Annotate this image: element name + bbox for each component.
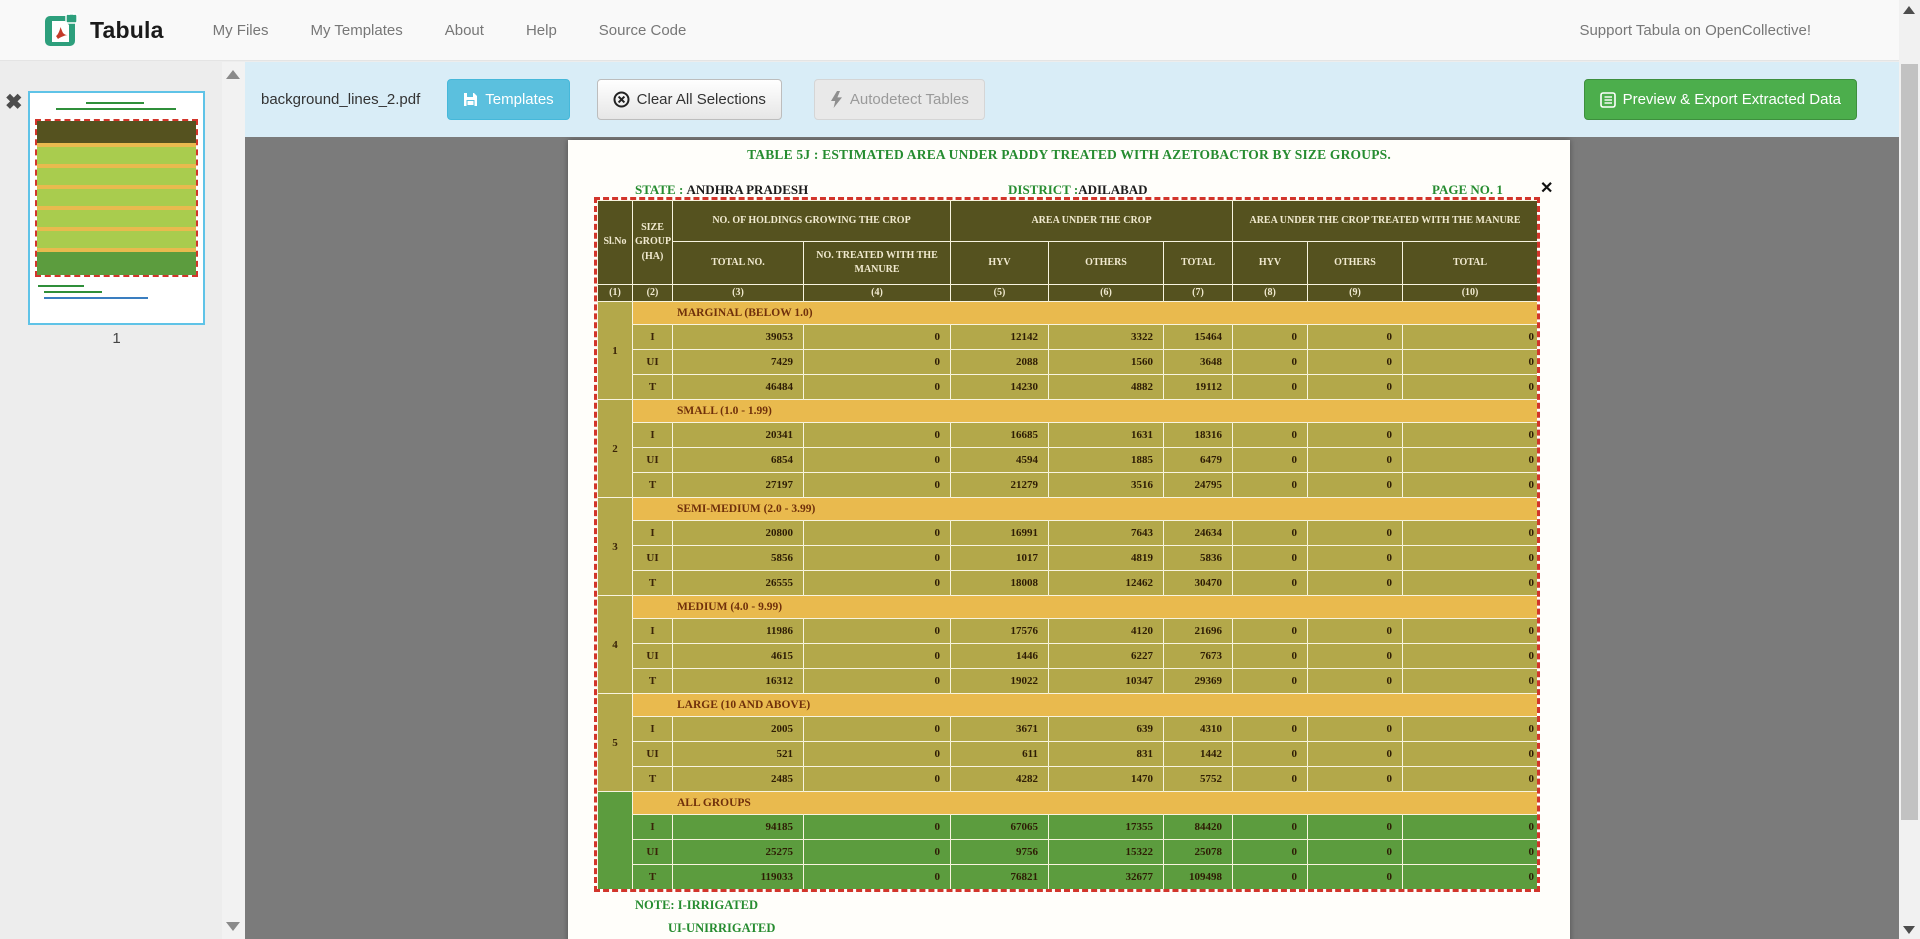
sidebar-scroll-down-icon[interactable] bbox=[226, 922, 240, 931]
flash-icon bbox=[830, 91, 843, 108]
document-viewer: TABLE 5J : ESTIMATED AREA UNDER PADDY TR… bbox=[245, 137, 1899, 939]
nav-item-help[interactable]: Help bbox=[526, 22, 557, 39]
thumb-table bbox=[35, 119, 198, 277]
pdf-note-1: NOTE: I-IRRIGATED bbox=[635, 898, 758, 913]
state-value: ANDHRA PRADESH bbox=[687, 182, 809, 197]
save-template-icon bbox=[463, 92, 478, 107]
tabula-logo-icon bbox=[45, 12, 79, 48]
page-1-thumbnail[interactable] bbox=[28, 91, 205, 325]
preview-export-label: Preview & Export Extracted Data bbox=[1623, 91, 1841, 108]
open-filename: background_lines_2.pdf bbox=[261, 91, 420, 108]
templates-button-label: Templates bbox=[485, 91, 553, 108]
scrollbar-thumb[interactable] bbox=[1901, 64, 1918, 820]
scroll-down-icon[interactable] bbox=[1903, 926, 1915, 934]
state-label: STATE : bbox=[635, 182, 687, 197]
main-nav: My Files My Templates About Help Source Code bbox=[192, 22, 708, 39]
pdf-note-2: UI-UNIRRIGATED bbox=[668, 921, 775, 936]
autodetect-tables-label: Autodetect Tables bbox=[850, 91, 969, 108]
pdf-page: TABLE 5J : ESTIMATED AREA UNDER PADDY TR… bbox=[568, 140, 1570, 939]
brand-title: Tabula bbox=[90, 17, 164, 44]
nav-item-source-code[interactable]: Source Code bbox=[599, 22, 687, 39]
export-table-icon bbox=[1600, 92, 1616, 108]
remove-circle-icon bbox=[613, 91, 630, 108]
nav-item-my-files[interactable]: My Files bbox=[213, 22, 269, 39]
page-scrollbar[interactable] bbox=[1899, 0, 1920, 939]
pdf-state-line: STATE : ANDHRA PRADESH bbox=[635, 182, 808, 198]
pdf-district-line: DISTRICT :ADILABAD bbox=[1008, 182, 1148, 198]
templates-button[interactable]: Templates bbox=[447, 79, 569, 120]
brand-group: Tabula bbox=[45, 12, 192, 48]
thumb-title-line bbox=[86, 102, 144, 104]
thumb-note-line bbox=[44, 291, 102, 293]
thumb-subtitle-line bbox=[56, 108, 176, 110]
district-label: DISTRICT : bbox=[1008, 182, 1078, 197]
clear-all-selections-label: Clear All Selections bbox=[637, 91, 766, 108]
toolbar: background_lines_2.pdf Templates Clear A… bbox=[245, 62, 1899, 137]
remove-page-button[interactable]: ✖ bbox=[5, 92, 23, 113]
navbar: Tabula My Files My Templates About Help Sour… bbox=[0, 0, 1899, 61]
thumb-note-line bbox=[44, 297, 148, 299]
support-link[interactable]: Support Tabula on OpenCollective! bbox=[1579, 0, 1811, 61]
thumbnail-page-number: 1 bbox=[28, 330, 205, 347]
pdf-page-no: PAGE NO. 1 bbox=[1432, 182, 1503, 198]
preview-export-button[interactable]: Preview & Export Extracted Data bbox=[1584, 79, 1857, 120]
remove-selection-button[interactable]: ✕ bbox=[1540, 178, 1553, 198]
nav-item-my-templates[interactable]: My Templates bbox=[310, 22, 402, 39]
sidebar-scroll-up-icon[interactable] bbox=[226, 70, 240, 79]
thumb-note-line bbox=[38, 285, 84, 287]
autodetect-tables-button: Autodetect Tables bbox=[814, 79, 985, 120]
nav-item-about[interactable]: About bbox=[445, 22, 484, 39]
pdf-table-title: TABLE 5J : ESTIMATED AREA UNDER PADDY TR… bbox=[568, 147, 1570, 163]
district-value: ADILABAD bbox=[1078, 182, 1147, 197]
scroll-up-icon[interactable] bbox=[1903, 6, 1915, 14]
table-selection[interactable] bbox=[594, 197, 1540, 892]
sidebar: ✖ 1 bbox=[0, 62, 245, 939]
sidebar-scrollbar[interactable] bbox=[222, 62, 245, 939]
clear-all-selections-button[interactable]: Clear All Selections bbox=[597, 79, 782, 120]
